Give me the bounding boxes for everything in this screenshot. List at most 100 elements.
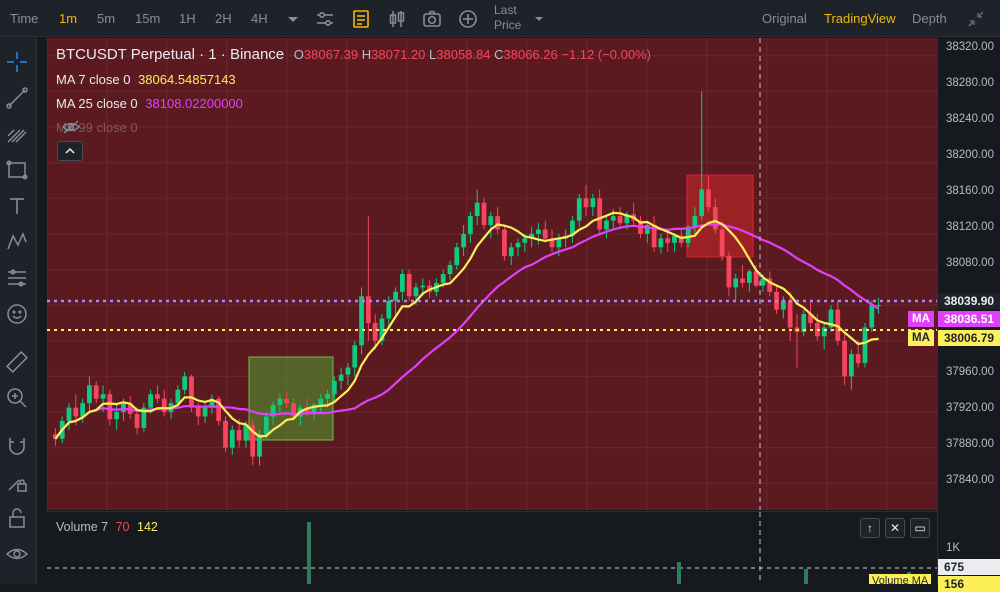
candle-body (699, 189, 705, 217)
candle-body (876, 305, 881, 307)
tick-label: 38320.00 (946, 41, 994, 53)
candle-body (331, 380, 337, 395)
candle-body (590, 198, 596, 208)
candle-body (175, 389, 181, 404)
candle-body (576, 198, 582, 221)
volume-value-tag: 675 (938, 559, 1000, 575)
candle-body (155, 394, 160, 399)
candle-body (842, 340, 847, 377)
candle-body (386, 300, 392, 319)
candle-body (66, 407, 72, 421)
rectangle-icon[interactable] (5, 158, 29, 182)
view-original[interactable]: Original (762, 0, 807, 37)
collapse-icon[interactable] (965, 8, 987, 30)
candle-body (488, 216, 494, 226)
ma7-legend[interactable]: MA 7 close 0 38064.54857143 (56, 72, 236, 87)
candle-body (706, 189, 711, 208)
timeframe-1m[interactable]: 1m (59, 0, 77, 37)
candle-body (359, 296, 364, 346)
last-price-selector[interactable]: Last Price (494, 3, 521, 33)
tick-label: 38080.00 (946, 257, 994, 269)
timeframe-5m[interactable]: 5m (97, 0, 115, 37)
ma25-price-tag: 38036.51 (938, 311, 1000, 327)
volume-chart (47, 512, 937, 584)
price-chart[interactable]: BTCUSDT Perpetual · 1 · Binance O38067.3… (47, 38, 937, 510)
candle-body (372, 322, 378, 341)
eye-hidden-icon[interactable] (62, 120, 80, 134)
timeframe-2h[interactable]: 2H (215, 0, 232, 37)
candle-body (406, 274, 412, 297)
low-value: 38058.84 (436, 47, 491, 62)
candle-body (93, 385, 99, 399)
tick-label: 37920.00 (946, 402, 994, 414)
indicators-icon[interactable] (350, 8, 372, 30)
candlestick-type-icon[interactable] (386, 8, 408, 30)
maximize-pane-button[interactable]: ▭ (910, 518, 930, 538)
trend-line-icon[interactable] (5, 86, 29, 110)
candle-body (481, 202, 487, 226)
volume-value-1: 70 (115, 520, 130, 534)
ruler-icon[interactable] (5, 350, 29, 374)
candle-body (495, 216, 500, 230)
symbol-legend: BTCUSDT Perpetual · 1 · Binance O38067.3… (56, 46, 651, 63)
pattern-icon[interactable] (5, 230, 29, 254)
camera-icon[interactable] (421, 8, 443, 30)
candle-body (733, 278, 739, 288)
open-label: O (293, 47, 304, 62)
volume-bar (804, 569, 808, 584)
time-label[interactable]: Time (10, 0, 38, 37)
tick-label: 37840.00 (946, 474, 994, 486)
candle-body (597, 198, 603, 230)
candle-body (542, 229, 548, 239)
candle-body (665, 238, 671, 243)
last-price-line2: Price (494, 18, 522, 32)
emoji-icon[interactable] (5, 302, 29, 326)
timeframe-4h[interactable]: 4H (251, 0, 268, 37)
zoom-in-icon[interactable] (5, 386, 29, 410)
candle-body (502, 229, 507, 257)
candle-body (202, 407, 208, 417)
ma7-value: 38064.54857143 (138, 72, 236, 87)
candle-body (726, 256, 732, 288)
view-depth[interactable]: Depth (912, 0, 947, 37)
prediction-icon[interactable] (5, 266, 29, 290)
candle-body (399, 274, 405, 292)
ma7-tag-label: MA (908, 330, 934, 346)
lock-icon[interactable] (5, 506, 29, 530)
ma7-label: MA 7 close 0 (56, 72, 131, 87)
price-axis[interactable]: 38320.00 38280.00 38240.00 38200.00 3816… (937, 38, 1000, 592)
lock-drawing-icon[interactable] (5, 470, 29, 494)
candle-body (107, 394, 113, 420)
timeframe-1h[interactable]: 1H (179, 0, 196, 37)
text-icon[interactable] (5, 194, 29, 218)
magnet-icon[interactable] (5, 434, 29, 458)
close-pane-button[interactable]: ✕ (885, 518, 905, 538)
collapse-legend-button[interactable] (57, 141, 83, 161)
ma25-legend[interactable]: MA 25 close 0 38108.02200000 (56, 96, 243, 111)
add-icon[interactable] (457, 8, 479, 30)
candle-body (121, 403, 126, 413)
chevron-down-icon[interactable] (282, 8, 304, 30)
candle-body (440, 274, 446, 283)
chevron-down-icon[interactable] (528, 8, 550, 30)
candle-body (508, 247, 514, 257)
tick-label: 38240.00 (946, 113, 994, 125)
tick-label: 38280.00 (946, 77, 994, 89)
crosshair-icon[interactable] (5, 50, 29, 74)
candle-body (604, 220, 609, 230)
last-price-label: 38039.90 (938, 293, 1000, 309)
candle-body (229, 429, 235, 448)
candle-body (318, 398, 324, 405)
ma99-legend[interactable]: MA 99 close 0 (56, 120, 138, 135)
view-tradingview[interactable]: TradingView (824, 0, 896, 37)
volume-ma-label: Volume MA (869, 574, 932, 584)
candle-body (325, 394, 330, 399)
timeframe-15m[interactable]: 15m (135, 0, 160, 37)
move-pane-up-button[interactable]: ↑ (860, 518, 880, 538)
volume-pane[interactable]: Volume 7 70 142 ↑ ✕ ▭ Volume MA (47, 511, 937, 584)
tick-label: 37960.00 (946, 366, 994, 378)
eye-icon[interactable] (5, 542, 29, 566)
chevron-up-icon (65, 147, 75, 154)
fib-icon[interactable] (5, 122, 29, 146)
settings-sliders-icon[interactable] (314, 8, 336, 30)
